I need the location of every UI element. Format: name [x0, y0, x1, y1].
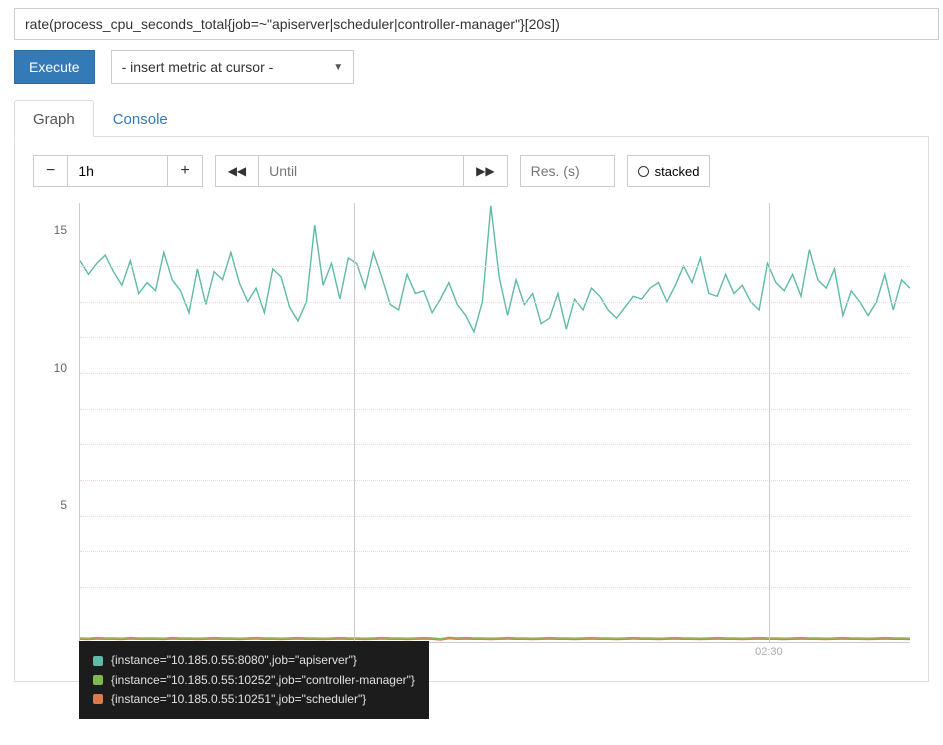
chart-area: 51015 02:1502:30 {instance="10.185.0.55:…	[33, 203, 910, 663]
metric-select-label: - insert metric at cursor -	[122, 59, 274, 75]
range-decrease-button[interactable]: −	[33, 155, 68, 187]
y-tick: 5	[60, 498, 67, 512]
resolution-input[interactable]	[520, 155, 615, 187]
series-line[interactable]	[80, 637, 910, 638]
legend-swatch	[93, 694, 103, 704]
stacked-icon	[638, 166, 649, 177]
time-forward-button[interactable]: ▶▶	[464, 155, 507, 187]
stacked-toggle[interactable]: stacked	[627, 155, 711, 187]
caret-down-icon: ▼	[333, 62, 343, 73]
y-tick: 15	[54, 223, 67, 237]
legend-label: {instance="10.185.0.55:8080",job="apiser…	[111, 651, 357, 670]
legend-item[interactable]: {instance="10.185.0.55:10252",job="contr…	[93, 671, 415, 690]
tabs: Graph Console	[14, 100, 929, 137]
stacked-label: stacked	[655, 164, 700, 179]
series-line[interactable]	[80, 206, 910, 332]
y-tick: 10	[54, 361, 67, 375]
legend: {instance="10.185.0.55:8080",job="apiser…	[79, 641, 429, 719]
graph-panel: − + ◀◀ ▶▶ stacked 5 10 15 02:1502:30 {inst…	[14, 137, 929, 682]
legend-label: {instance="10.185.0.55:10252",job="contr…	[111, 671, 415, 690]
plot-region[interactable]: 02:1502:30	[79, 203, 910, 643]
legend-item[interactable]: {instance="10.185.0.55:10251",job="sched…	[93, 690, 415, 709]
legend-item[interactable]: {instance="10.185.0.55:8080",job="apiser…	[93, 651, 415, 670]
metric-select[interactable]: - insert metric at cursor - ▼	[111, 50, 355, 84]
until-input[interactable]	[259, 155, 464, 187]
range-increase-button[interactable]: +	[168, 155, 202, 187]
tab-graph[interactable]: Graph	[14, 100, 94, 137]
tab-console[interactable]: Console	[94, 100, 187, 136]
legend-swatch	[93, 675, 103, 685]
legend-swatch	[93, 656, 103, 666]
legend-label: {instance="10.185.0.55:10251",job="sched…	[111, 690, 366, 709]
range-input[interactable]	[68, 155, 168, 187]
execute-button[interactable]: Execute	[14, 50, 95, 84]
y-axis: 5 10 15	[33, 203, 73, 643]
time-rewind-button[interactable]: ◀◀	[215, 155, 259, 187]
series-line[interactable]	[80, 639, 910, 640]
x-tick: 02:30	[755, 646, 783, 658]
query-input[interactable]	[14, 8, 939, 40]
